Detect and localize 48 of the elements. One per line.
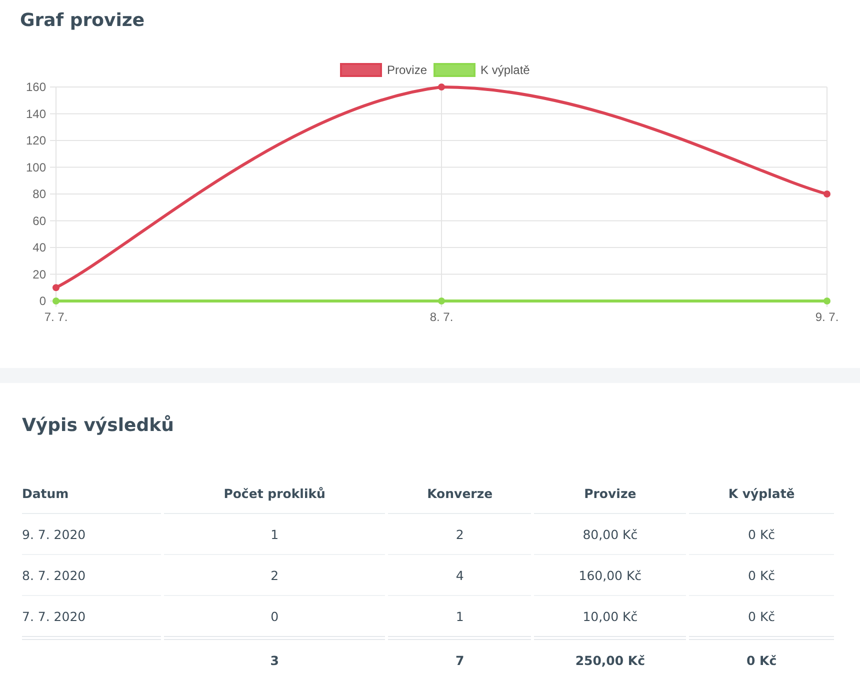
y-tick-label: 40 bbox=[32, 240, 46, 254]
x-tick-label: 9. 7. bbox=[815, 310, 839, 324]
column-header: Konverze bbox=[388, 478, 532, 514]
legend-label: K výplatě bbox=[480, 63, 530, 77]
column-header: Provize bbox=[534, 478, 686, 514]
table-cell: 10,00 Kč bbox=[534, 596, 686, 640]
y-tick-label: 0 bbox=[39, 294, 46, 308]
y-tick-label: 120 bbox=[26, 134, 46, 148]
data-point bbox=[438, 298, 445, 304]
y-tick-label: 140 bbox=[26, 106, 46, 121]
table-cell: 0 bbox=[164, 596, 386, 640]
table-cell: 1 bbox=[388, 596, 532, 640]
legend-label: Provize bbox=[387, 63, 428, 77]
column-header: K výplatě bbox=[689, 478, 834, 514]
table-cell: 9. 7. 2020 bbox=[22, 514, 161, 555]
data-point bbox=[52, 298, 60, 304]
column-header: Datum bbox=[22, 478, 161, 514]
y-tick-label: 20 bbox=[32, 267, 46, 282]
data-point bbox=[824, 298, 830, 304]
x-tick-label: 7. 7. bbox=[44, 310, 68, 324]
y-tick-label: 160 bbox=[26, 80, 46, 94]
x-tick-label: 8. 7. bbox=[430, 310, 454, 324]
table-cell: 0 Kč bbox=[689, 596, 834, 640]
total-cell-text: 250,00 Kč bbox=[574, 652, 646, 670]
table-cell: 0 Kč bbox=[689, 555, 834, 596]
table-cell: 8. 7. 2020 bbox=[22, 555, 161, 596]
legend-item[interactable]: K výplatě bbox=[434, 63, 530, 77]
total-cell-text: 0 Kč bbox=[745, 652, 778, 670]
table-cell: 0 Kč bbox=[689, 514, 834, 555]
total-cell-text: 3 bbox=[269, 652, 280, 670]
data-point bbox=[824, 190, 830, 198]
table-cell: 2 bbox=[388, 514, 532, 555]
column-header: Počet prokliků bbox=[164, 478, 386, 514]
table-cell: 80,00 Kč bbox=[534, 514, 686, 555]
data-point bbox=[52, 284, 60, 292]
table-cell: 160,00 Kč bbox=[534, 555, 686, 596]
section-title: Graf provize bbox=[19, 9, 146, 33]
table-cell: 1 bbox=[164, 514, 386, 555]
table-cell: 7. 7. 2020 bbox=[22, 596, 161, 640]
legend-item[interactable]: Provize bbox=[340, 63, 428, 77]
y-tick-label: 80 bbox=[32, 187, 46, 201]
section-title: Výpis výsledků bbox=[22, 415, 175, 436]
data-point bbox=[438, 84, 445, 90]
table-cell: 2 bbox=[164, 555, 386, 596]
y-tick-label: 100 bbox=[26, 160, 46, 174]
y-tick-label: 60 bbox=[32, 214, 46, 228]
table-cell: 4 bbox=[388, 555, 532, 596]
total-cell-text: 7 bbox=[454, 652, 466, 670]
